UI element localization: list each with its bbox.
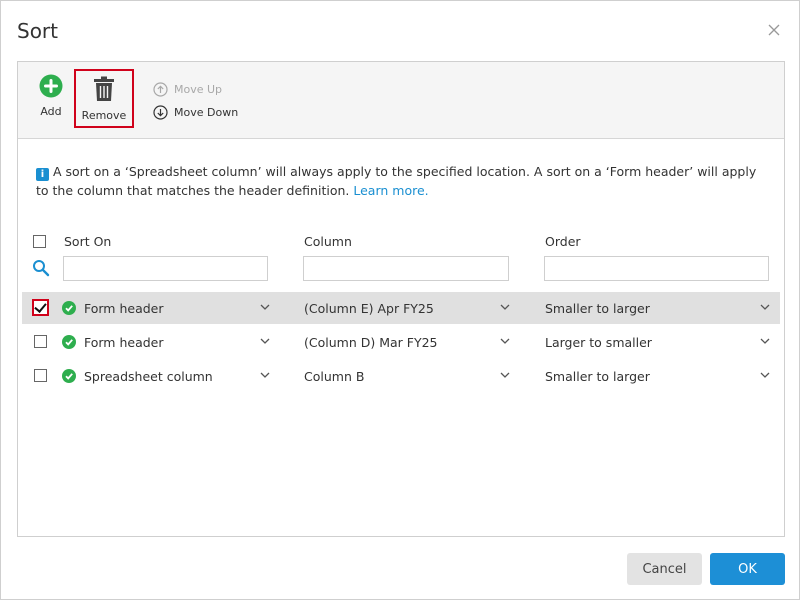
info-icon: i [36,168,49,181]
column-value: Column B [304,368,365,384]
order-filter-input[interactable] [544,256,769,281]
ok-button[interactable]: OK [710,553,785,585]
sort-on-select[interactable]: Form header [62,292,164,324]
chevron-down-icon[interactable] [260,304,270,311]
add-button[interactable]: Add [30,74,72,118]
order-select[interactable]: Smaller to larger [545,292,650,324]
cancel-button[interactable]: Cancel [627,553,702,585]
check-circle-icon [62,301,76,315]
sort-panel: Add Remove Move Up Move Down i A sort on… [17,61,785,537]
sort-on-value: Form header [84,334,164,350]
header-sort-on: Sort On [64,234,112,249]
trash-icon [94,76,114,101]
add-circle-icon [39,74,63,98]
sort-on-value: Form header [84,300,164,316]
chevron-down-icon[interactable] [260,338,270,345]
row-checkbox[interactable] [34,335,47,348]
close-icon[interactable] [767,23,781,37]
chevron-down-icon[interactable] [760,372,770,379]
sort-row[interactable]: Form header (Column D) Mar FY25 Larger to … [22,326,780,358]
sort-on-value: Spreadsheet column [84,368,213,384]
sort-row[interactable]: Form header (Column E) Apr FY25 Smaller to… [22,292,780,324]
chevron-down-icon[interactable] [500,338,510,345]
column-value: (Column D) Mar FY25 [304,334,438,350]
order-value: Larger to smaller [545,334,652,350]
order-value: Smaller to larger [545,300,650,316]
remove-button[interactable]: Remove [74,69,134,128]
chevron-down-icon[interactable] [500,372,510,379]
column-value: (Column E) Apr FY25 [304,300,434,316]
row-checkbox[interactable] [32,299,49,316]
order-value: Smaller to larger [545,368,650,384]
header-order: Order [545,234,581,249]
remove-label: Remove [81,109,127,122]
chevron-down-icon[interactable] [500,304,510,311]
toolbar: Add Remove Move Up Move Down [18,62,784,139]
sort-dialog: Sort Add Remove Move Up Move Down i A so… [0,0,800,600]
row-checkbox[interactable] [34,369,47,382]
sort-row[interactable]: Spreadsheet column Column B Smaller to lar… [22,360,780,392]
move-up-label: Move Up [174,83,223,96]
column-select[interactable]: (Column E) Apr FY25 [304,292,434,324]
sort-on-select[interactable]: Form header [62,326,164,358]
learn-more-link[interactable]: Learn more. [353,183,428,198]
move-up-button[interactable]: Move Up [153,82,222,97]
column-select[interactable]: (Column D) Mar FY25 [304,326,437,358]
select-all-checkbox[interactable] [33,235,46,248]
move-down-button[interactable]: Move Down [153,105,238,120]
order-select[interactable]: Larger to smaller [545,326,652,358]
dialog-title: Sort [17,19,58,43]
column-select[interactable]: Column B [304,360,364,392]
sort-on-filter-input[interactable] [63,256,268,281]
column-filter-input[interactable] [303,256,509,281]
search-icon[interactable] [32,259,50,277]
info-message: iA sort on a ‘Spreadsheet column’ will a… [36,162,766,200]
sort-on-select[interactable]: Spreadsheet column [62,360,213,392]
chevron-down-icon[interactable] [760,304,770,311]
arrow-up-circle-icon [153,82,168,97]
move-down-label: Move Down [174,106,239,119]
add-label: Add [40,105,62,118]
check-circle-icon [62,335,76,349]
arrow-down-circle-icon [153,105,168,120]
header-column: Column [304,234,352,249]
check-circle-icon [62,369,76,383]
chevron-down-icon[interactable] [260,372,270,379]
order-select[interactable]: Smaller to larger [545,360,650,392]
chevron-down-icon[interactable] [760,338,770,345]
